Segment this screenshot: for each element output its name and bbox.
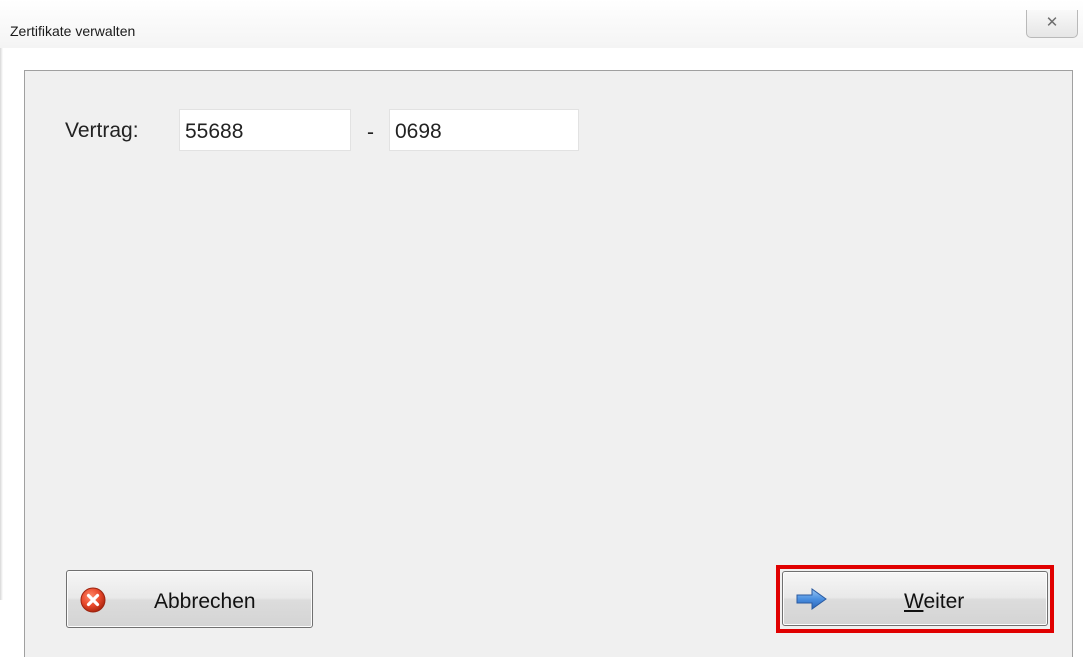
title-bar[interactable]: Zertifikate verwalten ✕ [0, 0, 1083, 48]
close-icon: ✕ [1045, 13, 1059, 31]
cancel-icon [80, 587, 106, 613]
vertrag-label: Vertrag: [65, 119, 139, 142]
vertrag-suffix-field[interactable] [389, 109, 579, 151]
window-title: Zertifikate verwalten [10, 23, 136, 39]
dialog-window: Zertifikate verwalten ✕ Vertrag: - Abbre… [0, 0, 1083, 657]
vertrag-number-field[interactable] [179, 109, 351, 151]
next-button-label: Weiter [904, 590, 964, 614]
cancel-button-label: Abbrechen [154, 590, 256, 613]
window-edge-shadow [0, 40, 3, 600]
vertrag-separator: - [367, 121, 374, 144]
next-button-mnemonic: W [904, 590, 924, 613]
next-button-label-rest: eiter [923, 590, 965, 613]
dialog-content-panel [24, 70, 1073, 657]
next-button[interactable]: Weiter [782, 571, 1048, 626]
arrow-right-icon [796, 588, 827, 610]
close-button[interactable]: ✕ [1026, 10, 1078, 38]
cancel-button[interactable]: Abbrechen [66, 570, 313, 628]
